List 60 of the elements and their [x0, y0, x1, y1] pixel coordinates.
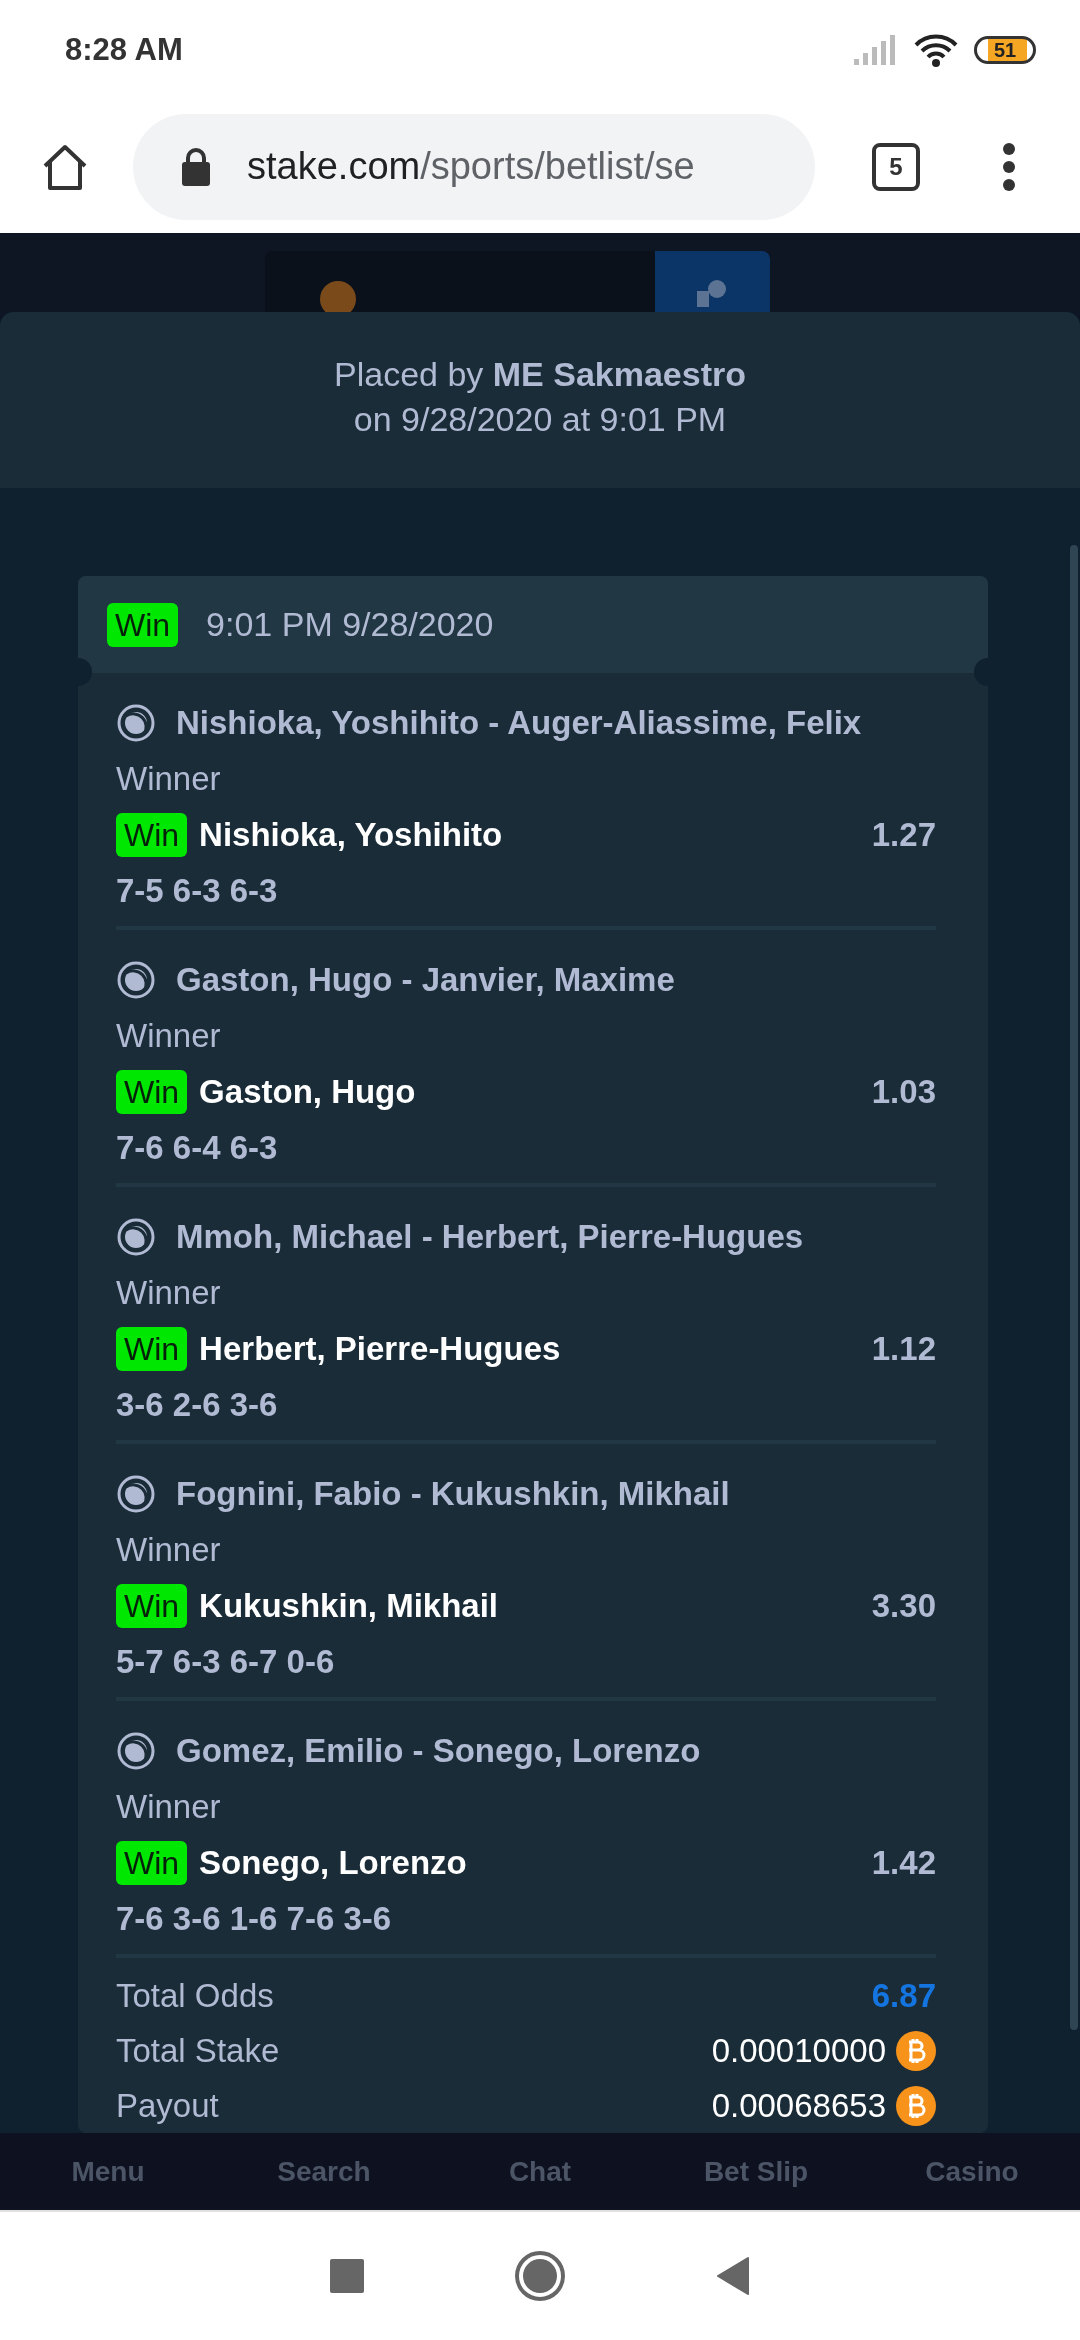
bitcoin-icon — [896, 2085, 936, 2126]
status-badge: Win — [116, 1070, 188, 1114]
tennis-ball-icon — [116, 1731, 156, 1771]
tab-count-button[interactable]: 5 — [872, 142, 920, 191]
home-button-icon[interactable] — [514, 2250, 566, 2302]
wifi-icon — [914, 33, 958, 67]
tennis-ball-icon — [116, 960, 156, 1000]
status-time: 8:28 AM — [65, 32, 183, 68]
tennis-ball-icon — [116, 703, 156, 743]
battery-icon: 51 — [974, 36, 1036, 64]
odds-value: 1.42 — [871, 1844, 936, 1882]
market-name: Winner — [116, 1531, 221, 1569]
bitcoin-icon — [896, 2030, 936, 2071]
signal-icon — [854, 35, 898, 65]
more-menu-icon[interactable] — [1003, 142, 1015, 191]
selection-name: Gaston, Hugo — [199, 1073, 417, 1111]
total-label: Total Odds — [116, 1976, 274, 2015]
selection-name: Sonego, Lorenzo — [199, 1844, 468, 1882]
event-title[interactable]: Gomez, Emilio - Sonego, Lorenzo — [176, 1732, 701, 1770]
event-title[interactable]: Fognini, Fabio - Kukushkin, Mikhail — [176, 1475, 730, 1513]
tennis-ball-icon — [116, 1217, 156, 1257]
status-badge: Win — [116, 1841, 188, 1885]
status-badge: Win — [107, 602, 179, 647]
market-name: Winner — [116, 760, 221, 798]
match-score: 7-5 6-3 6-3 — [116, 872, 278, 910]
event-title[interactable]: Nishioka, Yoshihito - Auger-Aliassime, Felix — [176, 704, 862, 742]
placed-date: on 9/28/2020 at 9:01 PM — [353, 399, 727, 440]
total-label: Payout — [116, 2086, 219, 2125]
selection-name: Herbert, Pierre-Hugues — [199, 1330, 562, 1368]
status-badge: Win — [116, 1584, 188, 1628]
total-label: Total Stake — [116, 2031, 280, 2070]
total-value: 0.00068653 — [711, 2086, 886, 2125]
tennis-ball-icon — [116, 1474, 156, 1514]
status-badge: Win — [116, 1327, 188, 1371]
market-name: Winner — [116, 1788, 221, 1826]
event-title[interactable]: Mmoh, Michael - Herbert, Pierre-Hugues — [176, 1218, 804, 1256]
lock-icon — [181, 147, 211, 186]
selection-name: Kukushkin, Mikhail — [199, 1587, 499, 1625]
back-icon[interactable] — [716, 2256, 750, 2296]
selection-name: Nishioka, Yoshihito — [199, 816, 504, 854]
match-score: 7-6 6-4 6-3 — [116, 1129, 278, 1167]
market-name: Winner — [116, 1274, 221, 1312]
bet-time: 9:01 PM 9/28/2020 — [206, 605, 494, 644]
match-score: 7-6 3-6 1-6 7-6 3-6 — [116, 1900, 392, 1938]
odds-value: 1.03 — [871, 1073, 936, 1111]
odds-value: 3.30 — [871, 1587, 936, 1625]
address-bar[interactable]: stake.com/sports/betlist/se — [133, 113, 815, 220]
match-score: 5-7 6-3 6-7 0-6 — [116, 1643, 335, 1681]
scrollbar[interactable] — [1070, 545, 1078, 2030]
total-value: 0.00010000 — [711, 2031, 886, 2070]
match-score: 3-6 2-6 3-6 — [116, 1386, 278, 1424]
currency-coin-icon — [320, 281, 356, 312]
url-text: stake.com/sports/betlist/se — [247, 145, 695, 188]
total-value: 6.87 — [871, 1976, 936, 2015]
market-name: Winner — [116, 1017, 221, 1055]
status-badge: Win — [116, 813, 188, 857]
placed-by-text: Placed by ME Sakmaestro — [334, 354, 746, 395]
event-title[interactable]: Gaston, Hugo - Janvier, Maxime — [176, 961, 675, 999]
odds-value: 1.27 — [871, 816, 936, 854]
odds-value: 1.12 — [871, 1330, 936, 1368]
